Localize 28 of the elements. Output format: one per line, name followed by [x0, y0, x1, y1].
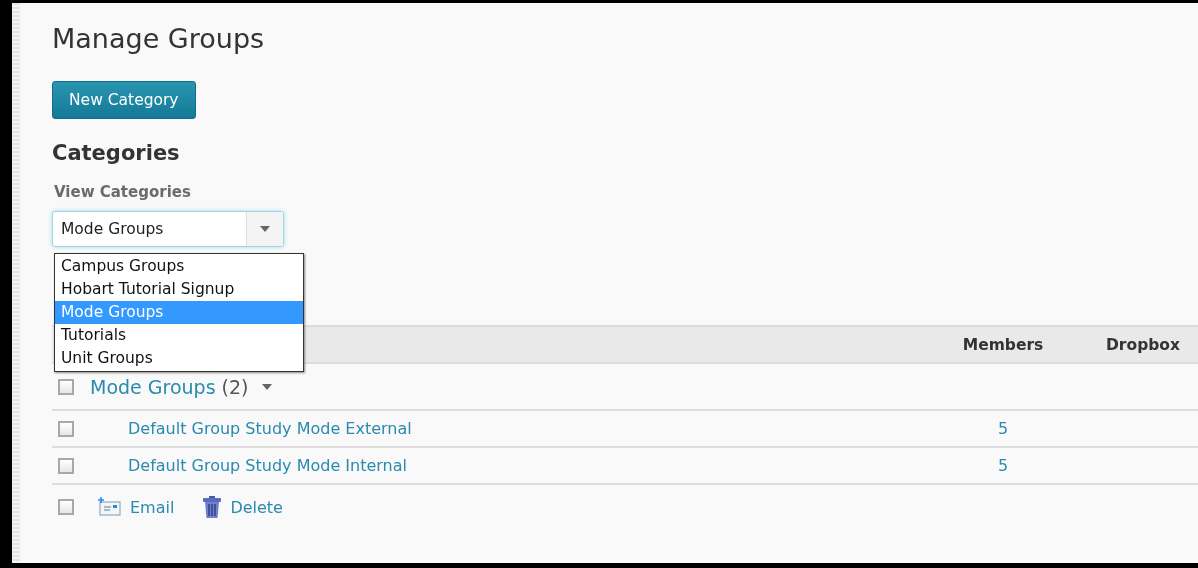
- column-header: Dropbox: [1105, 335, 1181, 354]
- group-link[interactable]: Default Group Study Mode Internal: [128, 456, 407, 475]
- field-label: View Categories: [54, 183, 192, 201]
- envelope-icon: [98, 497, 122, 517]
- trash-icon: [202, 495, 223, 519]
- dropdown-option[interactable]: Unit Groups: [55, 347, 303, 370]
- page-title: Manage Groups: [52, 22, 266, 56]
- checkbox[interactable]: [58, 378, 74, 395]
- column-header: Members: [961, 335, 1045, 354]
- dropdown-option[interactable]: Tutorials: [55, 324, 303, 347]
- dropdown-option[interactable]: Hobart Tutorial Signup: [55, 278, 303, 301]
- dropdown-option[interactable]: Mode Groups: [55, 301, 303, 324]
- members-count[interactable]: 5: [918, 419, 1088, 438]
- category-dropdown[interactable]: Mode Groups: [52, 211, 284, 247]
- members-count[interactable]: 5: [918, 456, 1088, 475]
- new-category-button[interactable]: New Category: [52, 81, 196, 119]
- group-count: (2): [221, 375, 249, 398]
- checkbox[interactable]: [58, 499, 74, 515]
- caret-icon[interactable]: [262, 383, 273, 390]
- caret-icon: [260, 226, 270, 232]
- checkbox[interactable]: [58, 457, 74, 474]
- category-link[interactable]: Mode Groups: [90, 375, 216, 398]
- delete-link[interactable]: Delete: [202, 495, 283, 519]
- checkbox[interactable]: [58, 420, 74, 437]
- dropdown-option[interactable]: Campus Groups: [55, 255, 303, 278]
- section-heading: Categories: [52, 141, 181, 165]
- email-link[interactable]: Email: [98, 497, 175, 517]
- group-link[interactable]: Default Group Study Mode External: [128, 419, 412, 438]
